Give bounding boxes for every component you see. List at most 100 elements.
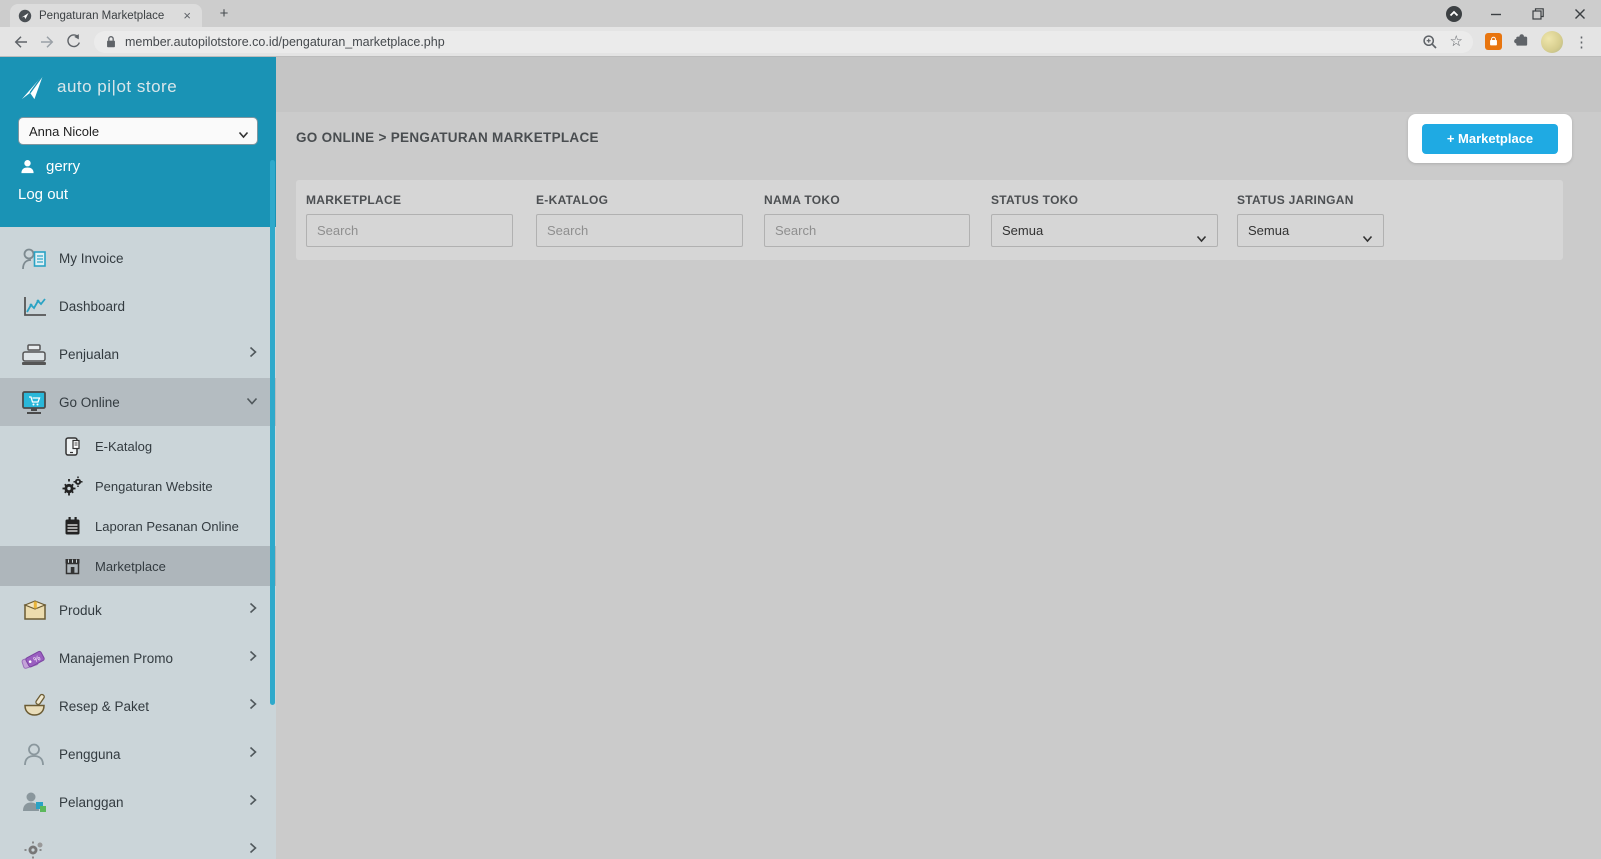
status-toko-select[interactable]: Semua [991, 214, 1218, 247]
sidebar-item-label: Go Online [59, 395, 120, 410]
chevron-right-icon [248, 745, 258, 763]
sidebar-item-my-invoice[interactable]: My Invoice [0, 234, 276, 282]
sidebar-subitem-label: Laporan Pesanan Online [95, 519, 239, 534]
sidebar-item-label: Pengguna [59, 747, 121, 762]
browser-titlebar: Pengaturan Marketplace × + [0, 0, 1601, 27]
new-tab-button[interactable]: + [212, 4, 236, 24]
filter-status-jaringan: STATUS JARINGAN Semua [1237, 193, 1384, 260]
chevron-right-icon [248, 697, 258, 715]
browser-menu-dots-icon[interactable]: ⋮ [1574, 33, 1589, 51]
filter-marketplace: MARKETPLACE [306, 193, 513, 260]
marketplace-search-input[interactable] [306, 214, 513, 247]
reload-icon[interactable] [60, 29, 86, 55]
globe-favicon [18, 9, 32, 23]
restore-icon[interactable] [1529, 5, 1547, 23]
filter-label: E-KATALOG [536, 193, 743, 207]
sidebar-item-pengguna[interactable]: Pengguna [0, 730, 276, 778]
bookmark-star-icon[interactable]: ☆ [1450, 34, 1463, 49]
brand: auto pi|ot store [18, 70, 258, 104]
profile-avatar[interactable] [1541, 31, 1563, 53]
gear-small-icon [18, 840, 50, 859]
breadcrumb: GO ONLINE > PENGATURAN MARKETPLACE [296, 130, 599, 145]
chevron-down-icon [246, 393, 258, 411]
filter-status-toko: STATUS TOKO Semua [991, 193, 1218, 260]
sidebar: auto pi|ot store Anna Nicole gerry Log o… [0, 57, 276, 859]
sidebar-item-label: Dashboard [59, 299, 125, 314]
minimize-icon[interactable] [1487, 5, 1505, 23]
sidebar-item-label: Resep & Paket [59, 699, 149, 714]
account-select-wrap: Anna Nicole [18, 117, 258, 145]
chevron-right-icon [248, 649, 258, 667]
status-jaringan-select[interactable]: Semua [1237, 214, 1384, 247]
user-row: gerry [18, 158, 258, 175]
filter-label: STATUS JARINGAN [1237, 193, 1384, 207]
url-bar[interactable]: member.autopilotstore.co.id/pengaturan_m… [94, 31, 1473, 53]
sidebar-item-resep-paket[interactable]: Resep & Paket [0, 682, 276, 730]
sidebar-item-label: My Invoice [59, 251, 124, 266]
cash-register-icon [18, 341, 50, 367]
tutorial-spotlight: + Marketplace [1408, 114, 1572, 163]
filter-card: MARKETPLACE E-KATALOG NAMA TOKO STATUS T… [296, 180, 1563, 260]
monitor-cart-icon [18, 389, 50, 416]
sidebar-item-manajemen-promo[interactable]: % Manajemen Promo [0, 634, 276, 682]
sidebar-item-partial[interactable] [0, 826, 276, 859]
e-katalog-search-input[interactable] [536, 214, 743, 247]
user-icon [20, 159, 35, 174]
nama-toko-search-input[interactable] [764, 214, 970, 247]
user-outline-icon [18, 741, 50, 767]
logout-link[interactable]: Log out [18, 186, 258, 203]
content-top-strip [276, 57, 1601, 112]
sidebar-header: auto pi|ot store Anna Nicole gerry Log o… [0, 57, 276, 227]
extension-area: ⋮ [1481, 31, 1593, 53]
tab-title: Pengaturan Marketplace [39, 10, 180, 22]
sidebar-item-dashboard[interactable]: Dashboard [0, 282, 276, 330]
sidebar-subitem-e-katalog[interactable]: E-Katalog [0, 426, 276, 466]
sidebar-item-label: Manajemen Promo [59, 651, 173, 666]
chevron-right-icon [248, 601, 258, 619]
add-marketplace-button[interactable]: + Marketplace [1422, 124, 1558, 154]
customer-icon [18, 789, 50, 815]
sidebar-scrollbar[interactable] [270, 160, 275, 705]
sidebar-item-penjualan[interactable]: Penjualan [0, 330, 276, 378]
sidebar-subitem-label: Pengaturan Website [95, 479, 213, 494]
filter-label: NAMA TOKO [764, 193, 970, 207]
sidebar-item-label: Penjualan [59, 347, 119, 362]
sidebar-item-pelanggan[interactable]: Pelanggan [0, 778, 276, 826]
dashboard-icon [18, 293, 50, 319]
sidebar-subitem-laporan-pesanan-online[interactable]: Laporan Pesanan Online [0, 506, 276, 546]
chevron-right-icon [248, 345, 258, 363]
sidebar-item-label: Pelanggan [59, 795, 124, 810]
puzzle-extension-icon[interactable] [1513, 31, 1530, 53]
mortar-pestle-icon [18, 693, 50, 719]
promo-tag-icon: % [18, 645, 50, 671]
gears-icon [60, 476, 84, 496]
forward-icon[interactable] [34, 29, 60, 55]
tab-close-icon[interactable]: × [180, 8, 194, 23]
back-icon[interactable] [8, 29, 34, 55]
sidebar-menu: My Invoice Dashboard Penjualan [0, 227, 276, 859]
sidebar-subitem-marketplace[interactable]: Marketplace [0, 546, 276, 586]
main-content: GO ONLINE > PENGATURAN MARKETPLACE + Mar… [276, 57, 1601, 859]
brand-name: auto pi|ot store [57, 77, 177, 97]
phone-catalog-icon [60, 436, 84, 457]
close-icon[interactable] [1571, 5, 1589, 23]
browser-update-icon[interactable] [1445, 5, 1463, 23]
storefront-icon [60, 556, 84, 576]
sidebar-item-produk[interactable]: Produk [0, 586, 276, 634]
calendar-icon [60, 516, 84, 536]
browser-tab[interactable]: Pengaturan Marketplace × [10, 4, 202, 27]
url-text[interactable]: member.autopilotstore.co.id/pengaturan_m… [125, 35, 1422, 49]
sidebar-subitem-label: E-Katalog [95, 439, 152, 454]
sidebar-item-label: Produk [59, 603, 102, 618]
account-select[interactable]: Anna Nicole [18, 117, 258, 145]
zoom-icon[interactable] [1422, 34, 1438, 50]
sidebar-item-go-online[interactable]: Go Online [0, 378, 276, 426]
box-icon [18, 597, 50, 623]
paper-plane-logo-icon [18, 73, 47, 102]
shopping-bag-extension-icon[interactable] [1485, 33, 1502, 50]
filter-label: MARKETPLACE [306, 193, 513, 207]
username: gerry [46, 158, 80, 175]
browser-toolbar: member.autopilotstore.co.id/pengaturan_m… [0, 27, 1601, 57]
window-controls [1445, 0, 1595, 27]
sidebar-subitem-pengaturan-website[interactable]: Pengaturan Website [0, 466, 276, 506]
